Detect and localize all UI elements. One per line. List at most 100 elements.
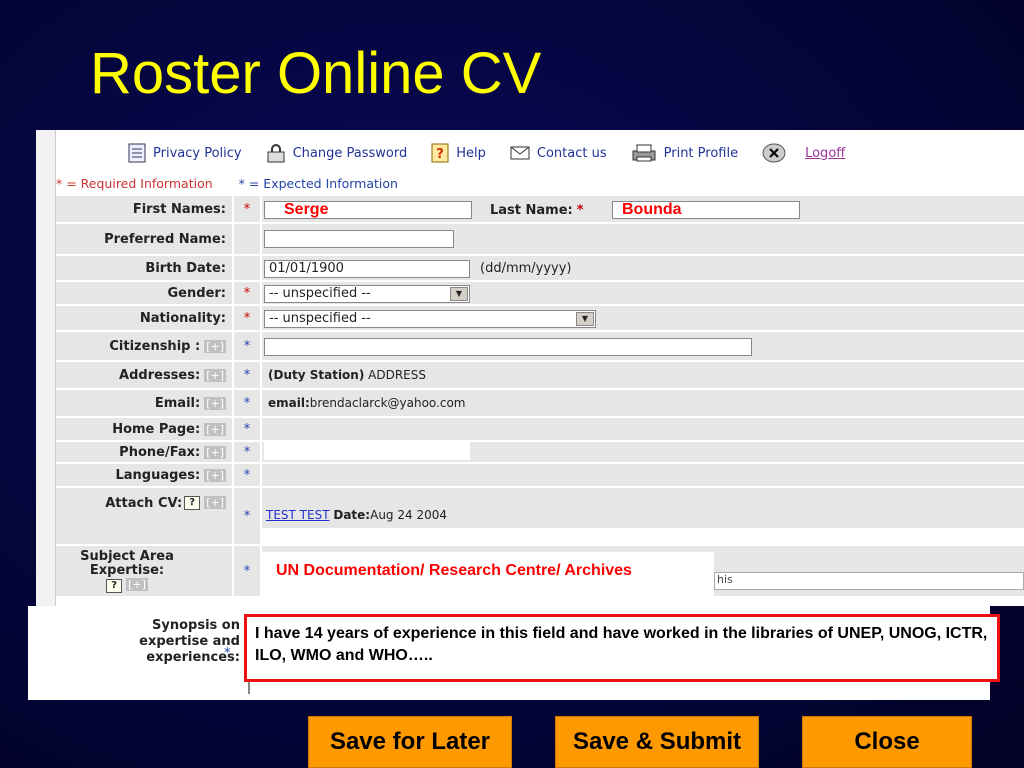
row-birth-date: Birth Date: 01/01/1900 (dd/mm/yyyy) bbox=[56, 256, 1024, 282]
preferred-name-field[interactable] bbox=[264, 230, 454, 248]
save-for-later-button[interactable]: Save for Later bbox=[308, 716, 512, 768]
chevron-down-icon: ▼ bbox=[450, 287, 468, 301]
row-first-names: First Names: * Serge Last Name: * Bounda bbox=[56, 196, 1024, 224]
row-email: Email: [+] * email:brendaclarck@yahoo.com bbox=[56, 390, 1024, 418]
subject-area-value: UN Documentation/ Research Centre/ Archi… bbox=[276, 562, 632, 579]
phone-fax-label: Phone/Fax: [+] bbox=[119, 444, 226, 460]
nav-contact-us[interactable]: Contact us bbox=[510, 146, 607, 161]
cv-form-panel: Privacy Policy Change Password ? Help Co… bbox=[36, 130, 1024, 606]
subject-area-extra: his bbox=[714, 572, 1024, 590]
expected-marker: * bbox=[232, 332, 262, 360]
close-button[interactable]: Close bbox=[802, 716, 972, 768]
row-citizenship: Citizenship : [+] * bbox=[56, 332, 1024, 362]
last-name-label: Last Name: * bbox=[490, 202, 584, 218]
nav-privacy-label: Privacy Policy bbox=[153, 145, 242, 161]
nationality-label: Nationality: bbox=[139, 310, 226, 326]
nav-help-label: Help bbox=[456, 145, 486, 161]
expand-icon[interactable]: [+] bbox=[204, 496, 226, 509]
cv-link[interactable]: TEST TEST bbox=[266, 508, 330, 522]
synopsis-section: Synopsis on expertise and experiences: *… bbox=[28, 606, 1000, 700]
star-cell bbox=[232, 224, 262, 254]
nav-contact-label: Contact us bbox=[536, 145, 607, 161]
first-names-value: Serge bbox=[284, 201, 329, 218]
expand-icon[interactable]: [+] bbox=[204, 396, 226, 410]
first-names-label: First Names: bbox=[132, 201, 226, 217]
panel-left-bar bbox=[36, 130, 56, 606]
gender-label: Gender: bbox=[167, 285, 226, 301]
nav-change-password[interactable]: Change Password bbox=[266, 143, 408, 163]
addresses-label: Addresses: [+] bbox=[119, 367, 226, 383]
expected-marker: * bbox=[232, 418, 262, 440]
lock-icon bbox=[267, 144, 285, 163]
row-home-page: Home Page: [+] * bbox=[56, 418, 1024, 442]
help-icon: ? bbox=[431, 143, 449, 163]
help-icon[interactable]: ? bbox=[184, 496, 201, 510]
gender-value: -- unspecified -- bbox=[269, 286, 371, 301]
nav-help[interactable]: ? Help bbox=[431, 143, 486, 163]
help-icon[interactable]: ? bbox=[106, 578, 123, 593]
expected-marker: * bbox=[232, 546, 262, 596]
home-page-label: Home Page: [+] bbox=[112, 421, 226, 437]
citizenship-label: Citizenship : [+] bbox=[109, 338, 226, 354]
nav-print-profile[interactable]: Print Profile bbox=[631, 143, 738, 163]
row-nationality: Nationality: * -- unspecified -- ▼ bbox=[56, 306, 1024, 332]
expand-icon[interactable]: [+] bbox=[204, 339, 226, 353]
nav-privacy-policy[interactable]: Privacy Policy bbox=[128, 143, 242, 163]
row-gender: Gender: * -- unspecified -- ▼ bbox=[56, 282, 1024, 306]
expected-marker: * bbox=[232, 488, 262, 544]
expected-marker: * bbox=[224, 646, 231, 661]
row-addresses: Addresses: [+] * (Duty Station) ADDRESS bbox=[56, 362, 1024, 390]
row-subject-area: Subject Area Expertise: ? [+] * UN Docume… bbox=[56, 546, 1024, 598]
required-legend: * = Required Information bbox=[56, 176, 213, 191]
row-preferred-name: Preferred Name: bbox=[56, 224, 1024, 256]
nav-change-password-label: Change Password bbox=[292, 145, 408, 161]
birth-date-field[interactable]: 01/01/1900 bbox=[264, 260, 470, 278]
chevron-down-icon: ▼ bbox=[576, 312, 594, 326]
close-icon bbox=[762, 143, 786, 163]
row-attach-cv: Attach CV:? [+] * TEST TEST Date:Aug 24 2… bbox=[56, 488, 1024, 546]
expected-marker: * bbox=[232, 390, 262, 416]
email-label: Email: [+] bbox=[154, 395, 226, 411]
last-name-value: Bounda bbox=[622, 201, 682, 218]
birth-date-label: Birth Date: bbox=[145, 260, 226, 276]
birth-date-hint: (dd/mm/yyyy) bbox=[480, 261, 572, 276]
expected-marker: * bbox=[232, 464, 262, 486]
phone-fax-field[interactable] bbox=[264, 442, 470, 460]
required-marker: * bbox=[232, 282, 262, 304]
slide-title: Roster Online CV bbox=[90, 41, 542, 106]
printer-icon bbox=[632, 144, 656, 162]
envelope-icon bbox=[510, 146, 530, 160]
expected-legend: * = Expected Information bbox=[238, 176, 398, 191]
synopsis-textarea[interactable]: I have 14 years of experience in this fi… bbox=[244, 614, 1000, 682]
nav-logoff-label: Logoff bbox=[805, 145, 846, 161]
svg-text:?: ? bbox=[436, 147, 444, 162]
row-phone-fax: Phone/Fax: [+] * bbox=[56, 442, 1024, 464]
gender-select[interactable]: -- unspecified -- ▼ bbox=[264, 285, 470, 303]
cv-spacer bbox=[262, 528, 1024, 546]
cv-attachment: TEST TEST Date:Aug 24 2004 bbox=[266, 508, 447, 522]
nav-print-label: Print Profile bbox=[663, 145, 739, 161]
nav-logoff[interactable]: Logoff bbox=[762, 143, 845, 163]
required-marker: * bbox=[232, 306, 262, 330]
languages-label: Languages: [+] bbox=[115, 467, 226, 483]
synopsis-label: Synopsis on expertise and experiences: bbox=[139, 618, 240, 665]
star-cell bbox=[232, 256, 262, 280]
expand-icon[interactable]: [+] bbox=[204, 445, 226, 459]
addresses-value: (Duty Station) ADDRESS bbox=[268, 368, 426, 382]
legend: * = Required Information * = Expected In… bbox=[56, 176, 1024, 194]
nationality-select[interactable]: -- unspecified -- ▼ bbox=[264, 310, 596, 328]
expand-icon[interactable]: [+] bbox=[126, 577, 148, 591]
row-languages: Languages: [+] * bbox=[56, 464, 1024, 488]
document-icon bbox=[128, 143, 146, 163]
email-value: email:brendaclarck@yahoo.com bbox=[268, 396, 466, 410]
citizenship-field[interactable] bbox=[264, 338, 752, 356]
expected-marker: * bbox=[232, 442, 262, 462]
expand-icon[interactable]: [+] bbox=[204, 468, 226, 482]
attach-cv-label: Attach CV:? [+] bbox=[105, 496, 226, 511]
preferred-name-label: Preferred Name: bbox=[104, 231, 226, 247]
required-marker: * bbox=[232, 196, 262, 222]
expand-icon[interactable]: [+] bbox=[204, 368, 226, 382]
save-submit-button[interactable]: Save & Submit bbox=[555, 716, 759, 768]
expand-icon[interactable]: [+] bbox=[204, 422, 226, 436]
nationality-value: -- unspecified -- bbox=[269, 311, 371, 326]
